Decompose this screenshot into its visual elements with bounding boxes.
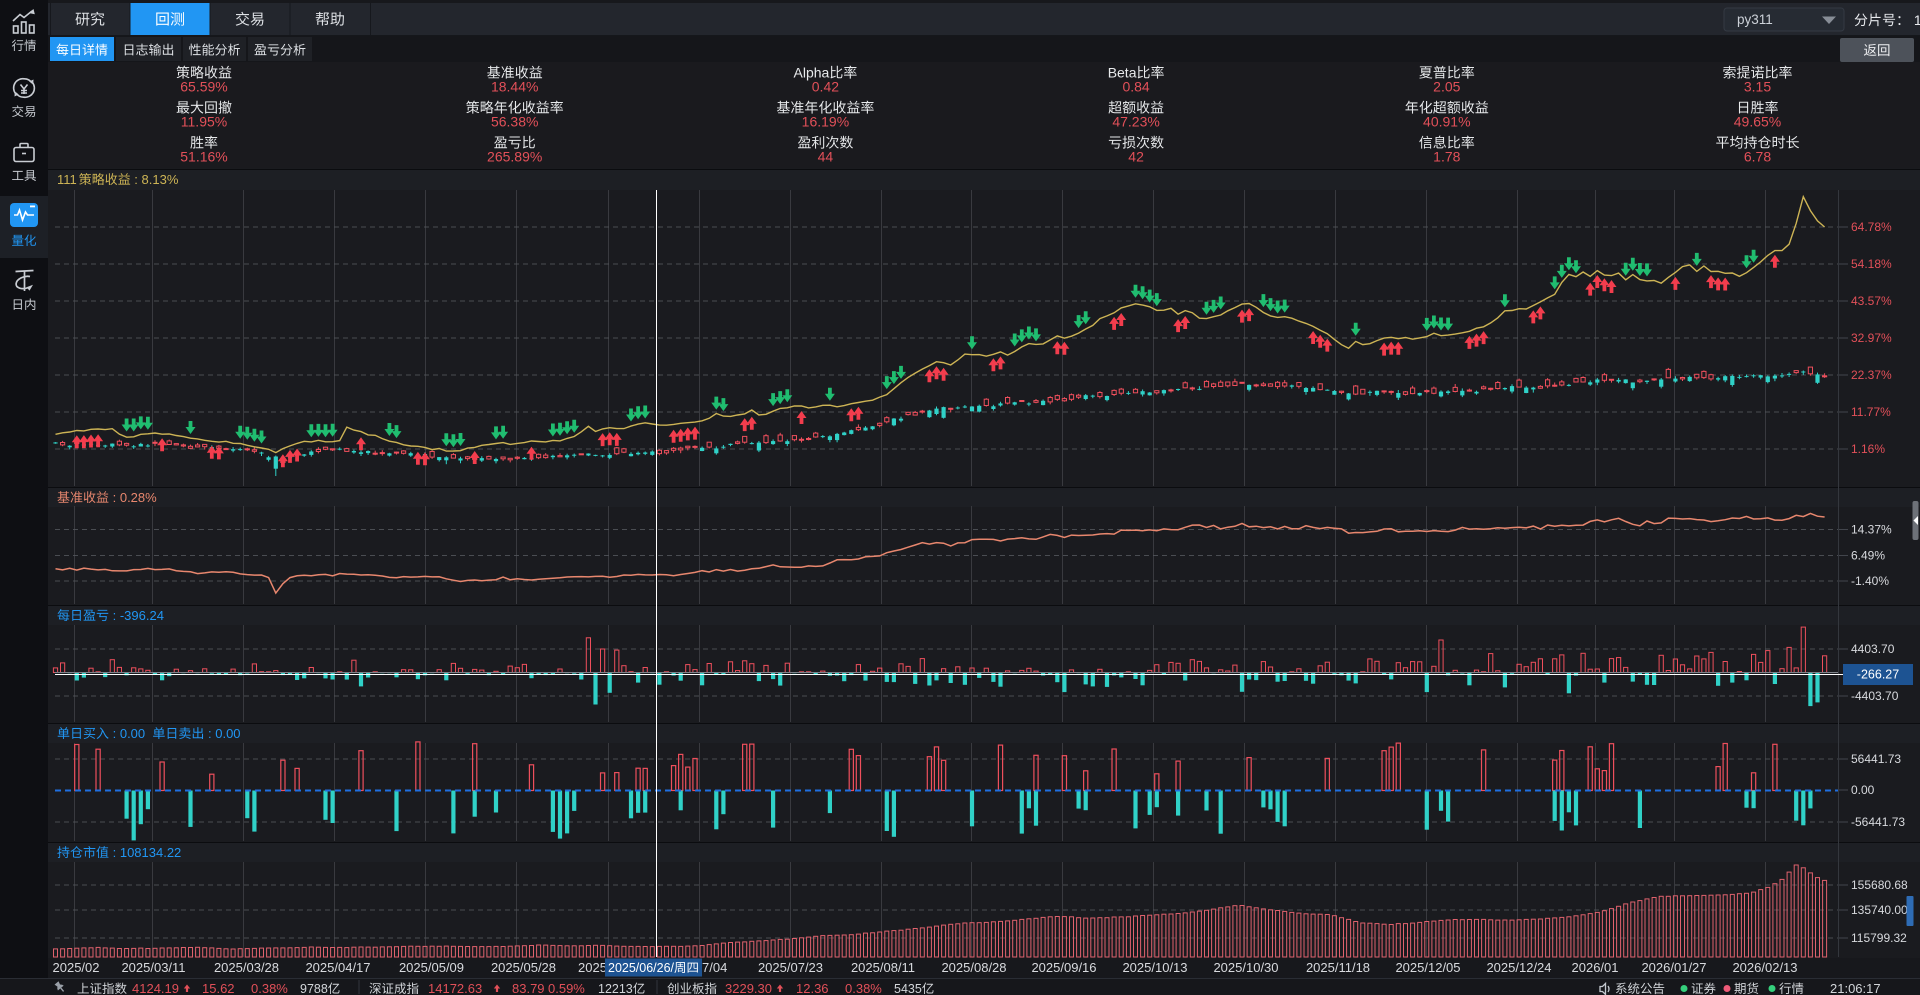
svg-text:2025/04/17: 2025/04/17	[305, 960, 370, 975]
svg-text:14172.63: 14172.63	[428, 981, 482, 995]
svg-text:2025/09/16: 2025/09/16	[1031, 960, 1096, 975]
svg-text:4124.19: 4124.19	[132, 981, 179, 995]
svg-text:47.23%: 47.23%	[1112, 114, 1159, 130]
svg-text:2026/01: 2026/01	[1572, 960, 1619, 975]
svg-text:54.18%: 54.18%	[1851, 257, 1892, 271]
svg-text:12.36: 12.36	[796, 981, 829, 995]
svg-text:3229.30: 3229.30	[725, 981, 772, 995]
svg-text:-1.40%: -1.40%	[1851, 574, 1889, 588]
svg-text:3.15: 3.15	[1744, 79, 1771, 95]
svg-text:115799.32: 115799.32	[1851, 931, 1907, 945]
svg-text:15.62: 15.62	[202, 981, 235, 995]
svg-text:2025/07/23: 2025/07/23	[758, 960, 823, 975]
svg-text:5435: 5435	[894, 982, 922, 995]
svg-text:0.42: 0.42	[812, 79, 839, 95]
svg-text:: -396.24: : -396.24	[109, 608, 164, 623]
svg-text:64.78%: 64.78%	[1851, 220, 1892, 234]
svg-text:44: 44	[818, 149, 834, 165]
svg-text:56441.73: 56441.73	[1851, 752, 1901, 766]
svg-text:18.44%: 18.44%	[491, 79, 538, 95]
svg-text:-266.27: -266.27	[1857, 668, 1899, 682]
svg-text:12213: 12213	[598, 982, 633, 995]
svg-text:: 0.00: : 0.00	[109, 726, 152, 741]
svg-text:2025/03/11: 2025/03/11	[121, 960, 185, 975]
svg-text:2025/10/30: 2025/10/30	[1213, 960, 1278, 975]
svg-text:2.05: 2.05	[1433, 79, 1460, 95]
svg-text:155680.68: 155680.68	[1851, 878, 1908, 892]
svg-text:2025: 2025	[578, 960, 607, 975]
svg-text:2026/02/13: 2026/02/13	[1732, 960, 1797, 975]
svg-text:1.78: 1.78	[1433, 149, 1460, 165]
svg-text:16.19%: 16.19%	[802, 114, 849, 130]
svg-text:4403.70: 4403.70	[1851, 642, 1895, 656]
svg-text:2025/12/24: 2025/12/24	[1486, 960, 1551, 975]
svg-text:2025/05/28: 2025/05/28	[491, 960, 556, 975]
svg-text:83.79: 83.79	[512, 981, 545, 995]
svg-text:0.38%: 0.38%	[845, 981, 882, 995]
svg-text:: 0.28%: : 0.28%	[109, 490, 157, 505]
svg-text:0.00: 0.00	[1851, 783, 1875, 797]
svg-text:6.78: 6.78	[1744, 149, 1771, 165]
svg-text:49.65%: 49.65%	[1734, 114, 1781, 130]
svg-text:2025/02: 2025/02	[53, 960, 100, 975]
svg-text:7/04: 7/04	[702, 960, 727, 975]
svg-text:2025/11/18: 2025/11/18	[1306, 960, 1370, 975]
svg-text:11.77%: 11.77%	[1851, 405, 1891, 419]
svg-text:56.38%: 56.38%	[491, 114, 538, 130]
svg-text:40.91%: 40.91%	[1423, 114, 1470, 130]
svg-text:43.57%: 43.57%	[1851, 294, 1892, 308]
svg-text:: 108134.22: : 108134.22	[109, 845, 181, 860]
svg-text:2025/06/26/: 2025/06/26/	[608, 961, 675, 975]
svg-text:py311: py311	[1737, 12, 1773, 27]
svg-text:: 8.13%: : 8.13%	[131, 172, 179, 187]
svg-text:14.37%: 14.37%	[1851, 523, 1892, 537]
svg-text:2025/03/28: 2025/03/28	[214, 960, 279, 975]
svg-text:65.59%: 65.59%	[180, 79, 227, 95]
svg-text:-56441.73: -56441.73	[1851, 815, 1905, 829]
svg-text:2025/08/28: 2025/08/28	[941, 960, 1006, 975]
svg-text:32.97%: 32.97%	[1851, 331, 1892, 345]
svg-text:: 0.00: : 0.00	[204, 726, 240, 741]
svg-text:1.16%: 1.16%	[1851, 442, 1885, 456]
svg-text:2026/01/27: 2026/01/27	[1641, 960, 1706, 975]
svg-text:21:06:17: 21:06:17	[1830, 981, 1881, 995]
svg-text:135740.00: 135740.00	[1851, 903, 1908, 917]
svg-text:42: 42	[1128, 149, 1144, 165]
svg-text:0.84: 0.84	[1122, 79, 1149, 95]
svg-text:2025/05/09: 2025/05/09	[399, 960, 464, 975]
svg-text:-4403.70: -4403.70	[1851, 689, 1899, 703]
svg-text:9788: 9788	[300, 982, 328, 995]
svg-text:265.89%: 265.89%	[487, 149, 542, 165]
svg-text:51.16%: 51.16%	[180, 149, 227, 165]
svg-text:11.95%: 11.95%	[181, 114, 227, 130]
svg-text:2025/12/05: 2025/12/05	[1395, 960, 1460, 975]
svg-text:2025/08/11: 2025/08/11	[851, 960, 915, 975]
svg-text:111: 111	[57, 172, 77, 187]
svg-text:22.37%: 22.37%	[1851, 368, 1892, 382]
svg-text:1: 1	[1910, 12, 1920, 28]
svg-text:2025/10/13: 2025/10/13	[1122, 960, 1187, 975]
svg-text:0.59%: 0.59%	[548, 981, 585, 995]
svg-text:6.49%: 6.49%	[1851, 549, 1885, 563]
svg-text:0.38%: 0.38%	[251, 981, 288, 995]
